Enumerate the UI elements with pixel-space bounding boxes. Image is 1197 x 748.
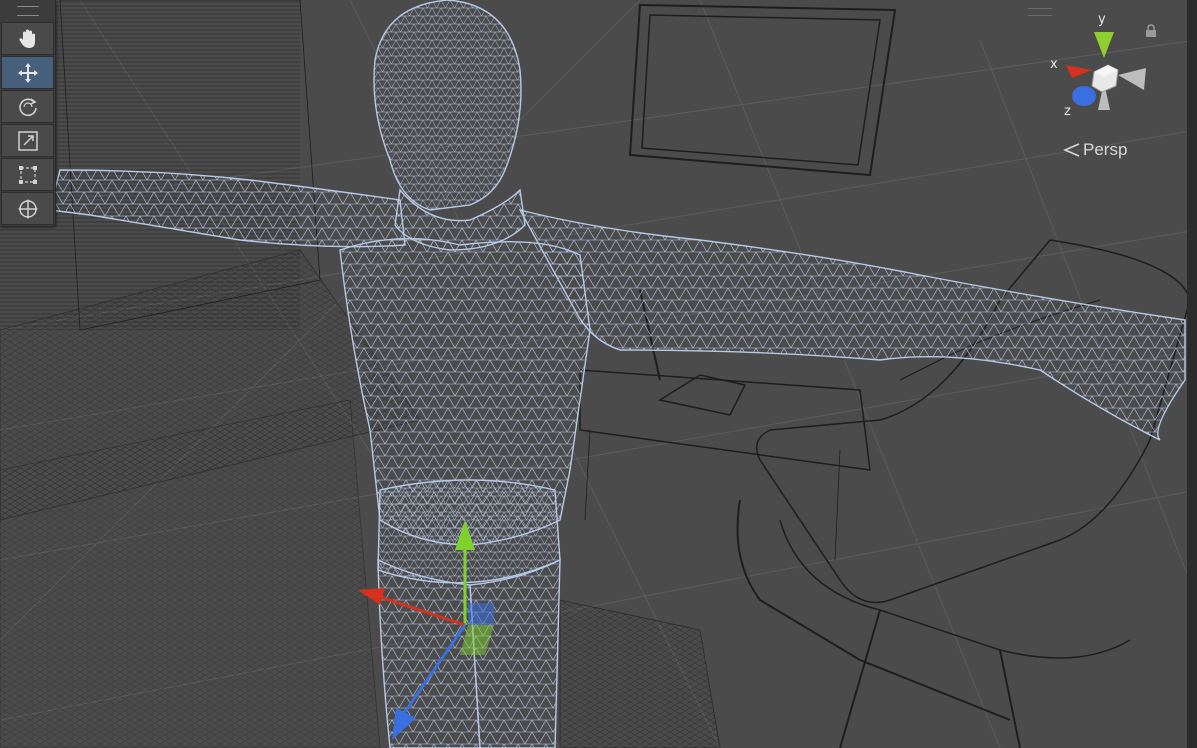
- scale-icon: [17, 130, 38, 151]
- transform-icon: [17, 198, 38, 219]
- toolbar-drag-handle[interactable]: [0, 0, 55, 22]
- scene-wireframe: [0, 0, 1197, 748]
- x-axis-label: x: [1050, 57, 1058, 72]
- hand-icon: [18, 29, 35, 48]
- hand-tool-button[interactable]: [1, 22, 54, 55]
- tool-palette: [0, 0, 56, 227]
- viewport-right-border: [1187, 0, 1197, 748]
- move-tool-button[interactable]: [1, 56, 54, 89]
- rect-tool-button[interactable]: [1, 158, 54, 191]
- background-geometry: [0, 0, 1191, 748]
- z-axis-label: z: [1064, 104, 1071, 119]
- rotate-tool-button[interactable]: [1, 90, 54, 123]
- scale-tool-button[interactable]: [1, 124, 54, 157]
- projection-toggle[interactable]: Persp: [1063, 140, 1127, 160]
- rect-transform-icon: [18, 165, 37, 184]
- perspective-icon: [1063, 143, 1080, 157]
- projection-label: Persp: [1083, 140, 1128, 159]
- scene-viewport[interactable]: y x z Persp: [0, 0, 1197, 748]
- y-axis-label: y: [1098, 12, 1106, 27]
- move-arrows-icon: [17, 62, 38, 83]
- rotate-icon: [18, 97, 37, 116]
- transform-tool-button[interactable]: [1, 192, 54, 225]
- lock-icon[interactable]: [1145, 24, 1157, 38]
